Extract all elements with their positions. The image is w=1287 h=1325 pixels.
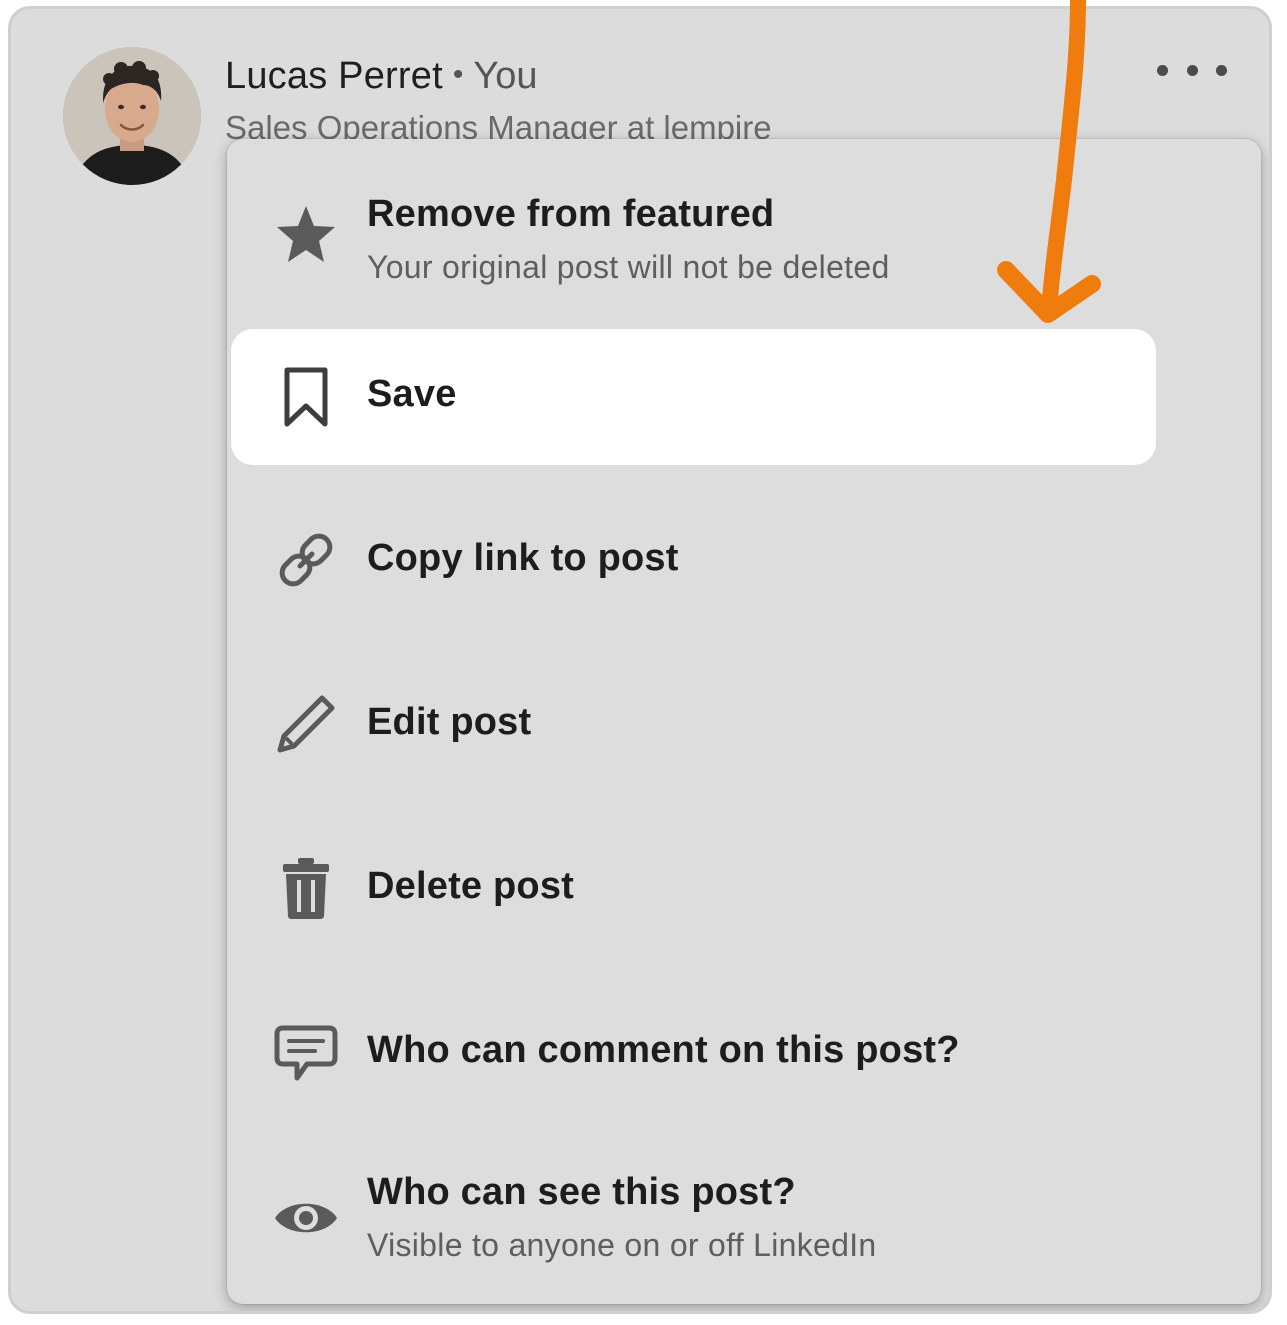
- menu-item-label: Who can see this post?: [367, 1171, 796, 1213]
- menu-item-label: Who can comment on this post?: [367, 1029, 960, 1071]
- bookmark-icon: [273, 364, 339, 430]
- menu-item-label: Remove from featured: [367, 193, 775, 235]
- menu-item-sublabel: Visible to anyone on or off LinkedIn: [367, 1227, 877, 1263]
- menu-item-delete-post[interactable]: Delete post: [227, 823, 1261, 953]
- more-horizontal-icon-dot: [1216, 64, 1227, 76]
- author-relation: You: [473, 55, 538, 97]
- menu-item-label: Save: [367, 373, 457, 415]
- link-icon: [273, 527, 339, 593]
- menu-item-label: Copy link to post: [367, 537, 679, 579]
- menu-item-save[interactable]: Save: [227, 329, 1261, 465]
- trash-icon: [273, 855, 339, 921]
- menu-item-remove-featured[interactable]: Remove from featured Your original post …: [227, 179, 1261, 309]
- avatar[interactable]: [63, 47, 201, 185]
- star-icon: [273, 201, 339, 267]
- menu-item-label: Delete post: [367, 865, 575, 907]
- menu-item-edit-post[interactable]: Edit post: [227, 659, 1261, 789]
- more-options-button[interactable]: [1157, 55, 1227, 85]
- post-card: Lucas Perret • You Sales Operations Manage…: [8, 6, 1272, 1314]
- separator-dot: •: [452, 58, 464, 91]
- menu-item-who-can-comment[interactable]: Who can comment on this post?: [227, 987, 1261, 1117]
- menu-item-sublabel: Your original post will not be deleted: [367, 249, 890, 285]
- comment-icon: [273, 1021, 339, 1087]
- post-options-menu: Remove from featured Your original post …: [227, 139, 1261, 1304]
- more-horizontal-icon-dot: [1186, 64, 1198, 76]
- author-name[interactable]: Lucas Perret: [225, 55, 443, 97]
- eye-icon: [273, 1185, 339, 1251]
- menu-item-who-can-see[interactable]: Who can see this post? Visible to anyone…: [227, 1149, 1261, 1289]
- menu-item-copy-link[interactable]: Copy link to post: [227, 495, 1261, 625]
- pencil-icon: [273, 691, 339, 757]
- author-line: Lucas Perret • You: [225, 55, 537, 98]
- menu-item-label: Edit post: [367, 701, 532, 743]
- more-horizontal-icon: [1157, 64, 1168, 76]
- avatar-photo: [63, 47, 201, 185]
